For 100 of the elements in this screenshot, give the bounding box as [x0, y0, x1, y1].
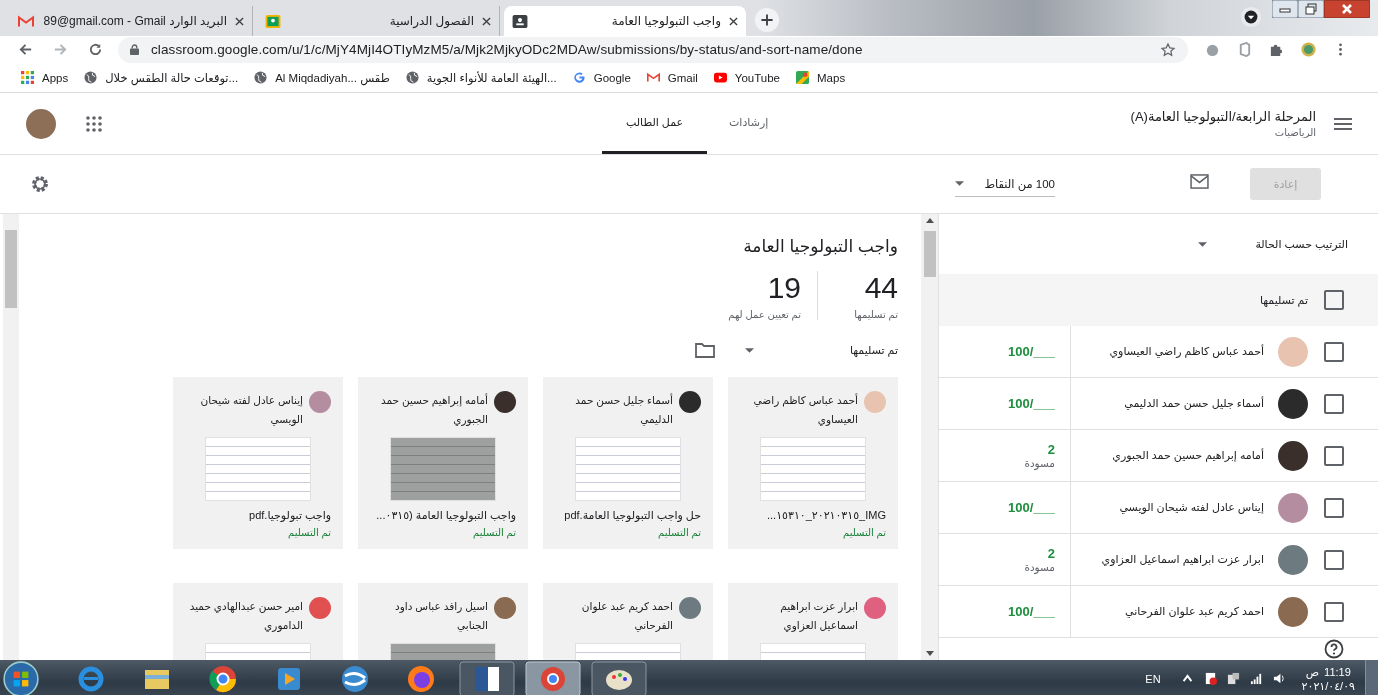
student-name[interactable]: أسماء جليل حسن حمد الدليمي [1071, 397, 1264, 410]
submission-status: تم التسليم [287, 527, 331, 538]
student-name[interactable]: أمامه إبراهيم حسين حمد الجبوري [1071, 449, 1264, 462]
caret-icon [955, 181, 964, 186]
submission-card[interactable]: إيناس عادل لفته شيحان الويسي واجب تبولوجيا.pdf تم التسليم [173, 377, 343, 549]
settings-icon[interactable] [30, 174, 50, 194]
checkbox[interactable] [1324, 549, 1344, 570]
mail-icon[interactable] [1190, 173, 1209, 189]
avatar [1278, 440, 1308, 471]
checkbox[interactable] [1324, 393, 1344, 414]
bookmark[interactable]: Apps [21, 71, 69, 84]
status-filter-dropdown[interactable]: تم تسليمها [744, 343, 898, 357]
avatar [309, 597, 331, 619]
extension-icon[interactable] [1237, 42, 1252, 57]
classroom-icon [265, 14, 281, 28]
student-name[interactable]: احمد كريم عبد علوان الفرحاني [1071, 605, 1264, 618]
close-icon[interactable] [729, 16, 738, 26]
close-icon[interactable] [235, 16, 244, 26]
sort-dropdown[interactable]: الترتيب حسب الحالة [1198, 237, 1348, 251]
circle-logo-icon[interactable] [524, 660, 582, 695]
student-name[interactable]: ابرار عزت ابراهيم اسماعيل العزاوي [1071, 553, 1264, 566]
submission-card[interactable]: أمامه إبراهيم حسين حمد الجبوري واجب التبولوجيا العامة (٠٣١٥... تم التسليم [358, 377, 528, 549]
minimize-icon[interactable] [1272, 0, 1298, 18]
flag-icon[interactable] [1203, 672, 1217, 685]
profile-avatar-icon[interactable] [1301, 42, 1316, 57]
draft-grade[interactable]: 2 [1047, 546, 1055, 561]
extension-icon[interactable] [1205, 42, 1220, 57]
close-icon[interactable] [482, 16, 491, 26]
back-arrow-icon[interactable] [18, 42, 33, 57]
grade-field[interactable]: 100/___ [1008, 396, 1055, 411]
grade-field[interactable]: 100/___ [1008, 500, 1055, 515]
scrollbar[interactable] [3, 214, 19, 660]
palette-icon[interactable] [590, 660, 648, 695]
bookmark[interactable]: Maps [796, 71, 846, 84]
submission-card[interactable]: امير حسن عبدالهادي حميد الداموري [173, 583, 343, 660]
points-dropdown[interactable]: 100 من النقاط [955, 171, 1055, 197]
checkbox[interactable] [1324, 601, 1344, 622]
speaker-icon[interactable] [1272, 672, 1286, 685]
submission-card[interactable]: اسيل رافد عباس داود الجنابي [358, 583, 528, 660]
address-bar[interactable]: classroom.google.com/u/1/c/MjY4MjI4OTIyMzM5/a/Mjk2MjkyODc2MDAw/submissions/by-status/and-sort-name/done [118, 36, 1188, 63]
checkbox[interactable] [1324, 445, 1344, 466]
browser-tab[interactable]: 89@gmail.com - Gmail البريد الوارد [10, 6, 253, 36]
language-indicator[interactable]: EN [1145, 672, 1161, 685]
submission-card[interactable]: ابرار عزت ابراهيم اسماعيل العزاوي [728, 583, 898, 660]
checkbox[interactable] [1324, 341, 1344, 362]
help-icon[interactable] [1324, 639, 1344, 659]
student-name: أمامه إبراهيم حسين حمد الجبوري [379, 392, 488, 428]
puzzle-icon[interactable] [1269, 42, 1284, 57]
bookmark[interactable]: توقعات حالة الطقس خلال... [84, 70, 239, 85]
sphere-logo-icon[interactable] [340, 663, 370, 694]
globe-icon [405, 71, 419, 84]
scrollbar-thumb[interactable] [923, 231, 936, 277]
avatar [679, 597, 701, 619]
dropdown-icon[interactable] [1240, 6, 1262, 28]
caret-icon[interactable] [1180, 672, 1194, 685]
network-icon[interactable] [1226, 672, 1240, 685]
submission-card[interactable]: أسماء جليل حسن حمد الدليمي حل واجب التبولوجيا العامة.pdf تم التسليم [543, 377, 713, 549]
submission-card[interactable]: احمد كريم عبد علوان الفرحاني [543, 583, 713, 660]
star-icon[interactable] [1160, 41, 1176, 58]
mail-icon [18, 14, 34, 28]
reload-icon[interactable] [88, 42, 103, 57]
student-name[interactable]: إيناس عادل لفته شيحان الويسي [1071, 501, 1264, 514]
close-icon[interactable] [1324, 0, 1370, 18]
browser-tab[interactable]: الفصول الدراسية [257, 6, 500, 36]
draft-grade[interactable]: 2 [1047, 442, 1055, 457]
page-tab[interactable]: عمل الطالب [602, 93, 707, 154]
bookmark[interactable]: Gmail [646, 71, 698, 84]
stat-label: تم تسليمها [853, 309, 898, 320]
globe-icon [84, 71, 98, 84]
bookmark[interactable]: الهيئة العامة للأنواء الجوية... [405, 70, 557, 85]
bookmark[interactable]: Google [572, 71, 631, 84]
grade-field[interactable]: 100/___ [1008, 604, 1055, 619]
bookmark[interactable]: Al Miqdadiyah... طقس [254, 70, 390, 85]
page-tab[interactable]: إرشادات [707, 93, 791, 154]
class-subject: الرياضيات [1273, 127, 1316, 138]
submission-card[interactable]: أحمد عباس كاظم راضي العيساوي IMG_٢٠٢١٠٣١٥_١٥٣١٠... تم التسليم [728, 377, 898, 549]
scroll-down-arrow-icon[interactable] [925, 651, 934, 656]
student-name[interactable]: أحمد عباس كاظم راضي العيساوي [1071, 345, 1264, 358]
signal-icon[interactable] [1249, 672, 1263, 685]
student-name: أسماء جليل حسن حمد الدليمي [574, 392, 673, 428]
menu-icon[interactable] [1334, 117, 1352, 130]
avatar [1278, 336, 1308, 367]
grade-field[interactable]: 100/___ [1008, 344, 1055, 359]
checkbox[interactable] [1324, 290, 1344, 310]
file-name: حل واجب التبولوجيا العامة.pdf [563, 509, 701, 522]
scroll-up-arrow-icon[interactable] [925, 218, 934, 223]
scrollbar[interactable] [921, 214, 938, 660]
avatar [679, 391, 701, 413]
scrollbar-thumb[interactable] [5, 230, 17, 308]
start-orb-icon[interactable] [2, 659, 40, 695]
user-avatar[interactable] [26, 108, 56, 139]
apps-grid-icon[interactable] [86, 115, 102, 132]
restore-icon[interactable] [1298, 0, 1324, 18]
circle-logo-icon[interactable] [208, 663, 238, 694]
stat-number: 44 [863, 271, 898, 305]
checkbox[interactable] [1324, 497, 1344, 518]
new-tab-icon[interactable] [754, 7, 780, 33]
bookmark[interactable]: YouTube [713, 71, 781, 84]
browser-tab[interactable]: واجب التبولوجيا العامة [504, 6, 746, 36]
folder-icon[interactable] [694, 342, 715, 358]
